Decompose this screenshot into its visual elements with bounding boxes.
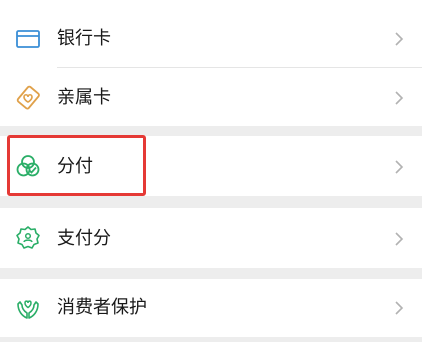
- payscore-icon: [16, 226, 40, 249]
- chevron-right-icon: [395, 32, 404, 46]
- menu-item-fenfu[interactable]: 分付: [0, 136, 422, 196]
- chevron-right-icon: [395, 232, 404, 246]
- menu-item-family-card[interactable]: 亲属卡: [0, 68, 422, 126]
- menu-item-label: 亲属卡: [57, 87, 111, 108]
- chevron-right-icon: [395, 91, 404, 105]
- bank-card-icon: [16, 30, 40, 48]
- menu-item-payscore[interactable]: 支付分: [0, 208, 422, 268]
- chevron-right-icon: [395, 160, 404, 174]
- wallet-menu-page: 银行卡 亲属卡 分付 支付分 消费者保护: [0, 0, 422, 342]
- menu-item-label: 分付: [57, 156, 93, 177]
- menu-item-consumer-protection[interactable]: 消费者保护: [0, 279, 422, 337]
- menu-item-label: 消费者保护: [57, 297, 147, 318]
- menu-item-label: 银行卡: [57, 28, 111, 49]
- menu-item-bank-card[interactable]: 银行卡: [0, 10, 422, 68]
- family-card-icon: [16, 85, 40, 110]
- menu-item-label: 支付分: [57, 228, 111, 249]
- card-group: 银行卡 亲属卡: [0, 0, 422, 126]
- fenfu-icon: [16, 155, 40, 177]
- consumer-protection-icon: [17, 300, 39, 319]
- chevron-right-icon: [395, 301, 404, 315]
